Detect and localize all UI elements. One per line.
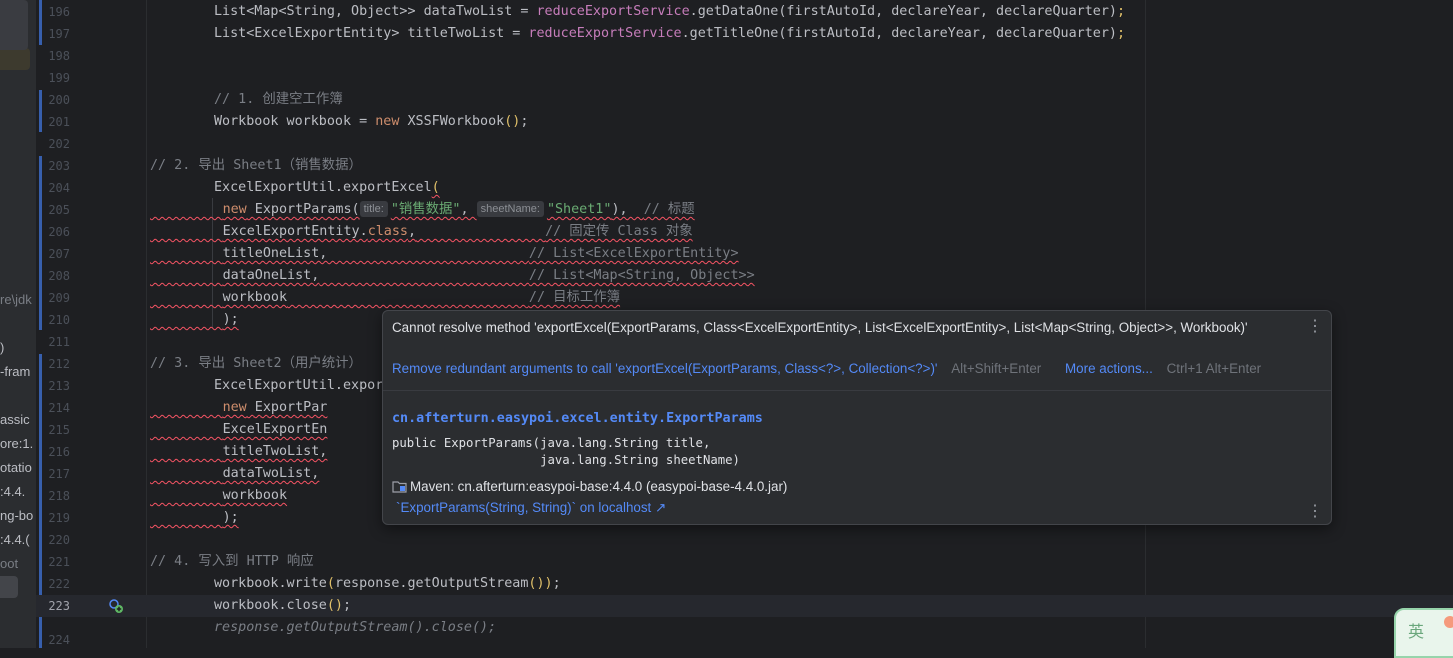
code-line[interactable]: 209 workbook // 目标工作簿 — [36, 287, 1453, 309]
popup-divider — [383, 390, 1331, 391]
tree-fragment[interactable]: oot — [0, 556, 18, 571]
line-number: 218 — [48, 489, 70, 503]
line-number: 217 — [48, 467, 70, 481]
constructor-signature: public ExportParams(java.lang.String tit… — [392, 436, 740, 467]
tree-fragment[interactable]: :4.4.( — [0, 532, 30, 547]
more-actions-link[interactable]: More actions... — [1065, 361, 1153, 376]
library-icon — [392, 481, 407, 493]
tree-fragment[interactable]: re\jdk — [0, 292, 32, 307]
line-number: 206 — [48, 225, 70, 239]
line-number: 212 — [48, 357, 70, 371]
param-hint-sheetname: sheetName: — [476, 201, 544, 217]
line-number: 208 — [48, 269, 70, 283]
line-number: 223 — [48, 599, 70, 613]
selected-tree-row-highlight — [0, 48, 30, 70]
create-test-icon[interactable] — [108, 598, 124, 614]
line-number: 203 — [48, 159, 70, 173]
line-number: 211 — [48, 335, 70, 349]
ime-status-dot — [1444, 616, 1453, 628]
line-number: 196 — [48, 5, 70, 19]
quick-fix-link[interactable]: Remove redundant arguments to call 'expo… — [392, 361, 937, 376]
line-number: 205 — [48, 203, 70, 217]
tree-fragment[interactable]: ) — [0, 340, 4, 355]
code-line[interactable]: 204 ExcelExportUtil.exportExcel( — [36, 177, 1453, 199]
error-tooltip-popup: Cannot resolve method 'exportExcel(Expor… — [382, 310, 1332, 525]
line-number: 215 — [48, 423, 70, 437]
code-line[interactable]: 197 List<ExcelExportEntity> titleTwoList… — [36, 23, 1453, 45]
line-number: 209 — [48, 291, 70, 305]
line-number: 221 — [48, 555, 70, 569]
line-number: 216 — [48, 445, 70, 459]
code-line[interactable]: 222 workbook.write(response.getOutputStr… — [36, 573, 1453, 595]
current-code-line[interactable]: 223 workbook.close(); — [36, 595, 1453, 617]
line-number: 210 — [48, 313, 70, 327]
quick-fix-shortcut: Alt+Shift+Enter — [951, 361, 1042, 376]
line-number: 200 — [48, 93, 70, 107]
more-actions-shortcut: Ctrl+1 Alt+Enter — [1166, 361, 1262, 376]
maven-library: Maven: cn.afterturn:easypoi-base:4.4.0 (… — [392, 479, 787, 494]
tree-fragment[interactable]: ng-bo — [0, 508, 33, 523]
tree-fragment[interactable]: -fram — [0, 364, 30, 379]
error-message: Cannot resolve method 'exportExcel(Expor… — [392, 320, 1248, 335]
external-doc-link[interactable]: `ExportParams(String, String)` on localh… — [396, 500, 666, 516]
code-line[interactable]: 220 — [36, 529, 1453, 551]
project-tool-window-edge: re\jdk ) -fram assic ore:1. otatio :4.4.… — [0, 0, 36, 648]
tree-fragment[interactable]: :4.4. — [0, 484, 25, 499]
ime-label: 英 — [1408, 622, 1425, 641]
code-line[interactable]: 203 // 2. 导出 Sheet1（销售数据） — [36, 155, 1453, 177]
line-number: 220 — [48, 533, 70, 547]
code-line[interactable]: 224 response.getOutputStream().close(); — [36, 617, 1453, 647]
code-line[interactable]: 206 ExcelExportEntity.class, // 固定传 Clas… — [36, 221, 1453, 243]
class-fqn-link[interactable]: cn.afterturn.easypoi.excel.entity.Export… — [392, 411, 763, 426]
code-line[interactable]: 196 List<Map<String, Object>> dataTwoLis… — [36, 1, 1453, 23]
code-line[interactable]: 199 — [36, 67, 1453, 89]
more-options-icon[interactable]: ⋮ — [1307, 504, 1323, 520]
tree-fragment[interactable]: otatio — [0, 460, 32, 475]
line-number: 214 — [48, 401, 70, 415]
line-number: 204 — [48, 181, 70, 195]
line-number: 202 — [48, 137, 70, 151]
line-number: 201 — [48, 115, 70, 129]
param-hint-title: title: — [359, 201, 388, 217]
ime-indicator[interactable]: 英 — [1394, 608, 1453, 658]
line-number: 199 — [48, 71, 70, 85]
line-number: 222 — [48, 577, 70, 591]
code-line[interactable]: 205 new ExportParams(title: "销售数据", sheet… — [36, 199, 1453, 221]
line-number: 213 — [48, 379, 70, 393]
code-line[interactable]: 202 — [36, 133, 1453, 155]
code-line[interactable]: 200 // 1. 创建空工作簿 — [36, 89, 1453, 111]
code-line[interactable]: 198 — [36, 45, 1453, 67]
line-number: 198 — [48, 49, 70, 63]
code-line[interactable]: 208 dataOneList, // List<Map<String, Obj… — [36, 265, 1453, 287]
scroll-highlight — [0, 0, 28, 50]
code-line[interactable]: 207 titleOneList, // List<ExcelExportEnt… — [36, 243, 1453, 265]
line-number: 207 — [48, 247, 70, 261]
more-options-icon[interactable]: ⋮ — [1307, 319, 1323, 335]
line-number: 197 — [48, 27, 70, 41]
tree-fragment[interactable]: assic — [0, 412, 30, 427]
tree-row-highlight — [0, 576, 18, 598]
code-line[interactable]: 201 Workbook workbook = new XSSFWorkbook… — [36, 111, 1453, 133]
code-line[interactable]: 221 // 4. 写入到 HTTP 响应 — [36, 551, 1453, 573]
tree-fragment[interactable]: ore:1. — [0, 436, 33, 451]
line-number: 219 — [48, 511, 70, 525]
